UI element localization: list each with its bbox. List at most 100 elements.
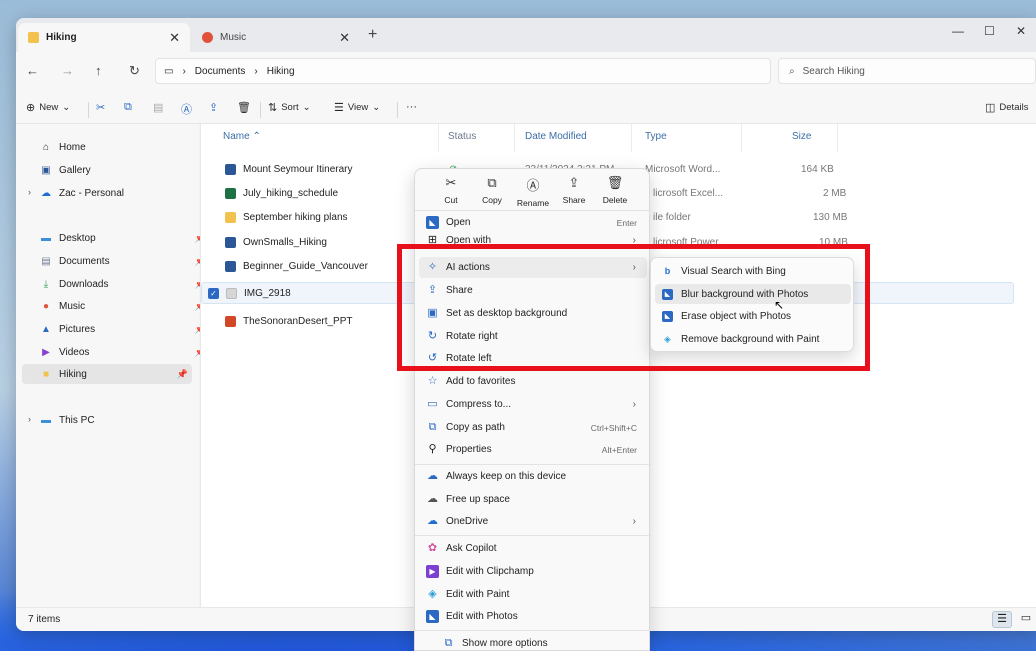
sidebar-item-downloads[interactable]: ⤓ Downloads 📌 [40, 274, 210, 294]
refresh-icon[interactable]: ↻ [129, 63, 140, 79]
sidebar-item-label: Music [59, 300, 86, 312]
menu-item-compress[interactable]: ▭ Compress to... › [419, 394, 647, 415]
column-divider [438, 124, 439, 152]
search-input[interactable]: ⌕ Search Hiking [778, 58, 1036, 84]
chevron-right-icon[interactable]: › [28, 414, 31, 424]
sidebar-item-gallery[interactable]: ▣ Gallery [40, 160, 210, 180]
archive-icon: ▭ [427, 398, 438, 410]
scissors-icon: ✂ [96, 102, 106, 114]
sidebar-item-home[interactable]: ⌂ Home [40, 137, 210, 157]
column-divider [631, 124, 632, 152]
file-size: 130 MB [813, 211, 848, 223]
action-label: Copy [482, 195, 502, 205]
photos-app-icon: ◣ [426, 216, 439, 229]
copy-icon: ⧉ [487, 175, 497, 190]
menu-label: Always keep on this device [446, 471, 567, 482]
sidebar-item-label: Gallery [59, 164, 91, 176]
forward-icon[interactable]: → [61, 63, 74, 78]
share-button[interactable]: ⇪ [209, 101, 218, 114]
tab-bar: Hiking ✕ Music ✕ + — ☐ ✕ [16, 18, 1036, 52]
sort-button[interactable]: ⇅ Sort ⌄ [268, 101, 311, 114]
details-view-icon[interactable]: ☰ [992, 611, 1012, 628]
view-button[interactable]: ☰ View ⌄ [334, 101, 380, 114]
share-icon: ⇪ [209, 102, 219, 114]
sidebar-item-onedrive[interactable]: ☁ Zac - Personal [40, 183, 210, 203]
rename-button[interactable]: Ⓐ [181, 101, 192, 117]
file-name: OwnSmalls_Hiking [243, 236, 327, 248]
sidebar-item-this-pc[interactable]: ▬ This PC [40, 410, 210, 430]
sort-icon: ⇅ [268, 102, 278, 114]
menu-item-edit-photos[interactable]: ◣ Edit with Photos [419, 606, 647, 627]
copy-action[interactable]: ⧉ Copy [472, 175, 512, 205]
sidebar-item-pictures[interactable]: ▲ Pictures 📌 [40, 319, 210, 339]
context-menu: ✂ Cut ⧉ Copy Ⓐ Rename ⇪ Share 🗑 Delete ◣… [414, 168, 651, 651]
sidebar-item-videos[interactable]: ▶ Videos 📌 [40, 342, 210, 362]
tab-label: Hiking [46, 32, 77, 43]
new-button[interactable]: ⊕ New ⌄ [26, 101, 70, 114]
paste-button[interactable]: ▤ [153, 101, 163, 114]
checkbox-checked-icon[interactable]: ✓ [208, 287, 219, 299]
column-header-date[interactable]: Date Modified [525, 131, 587, 142]
item-count: 7 items [28, 614, 61, 625]
cut-button[interactable]: ✂ [96, 101, 105, 114]
menu-label: Copy as path [446, 422, 505, 433]
menu-item-edit-clipchamp[interactable]: ▶ Edit with Clipchamp [419, 561, 647, 582]
sidebar-item-hiking[interactable]: ■ Hiking 📌 [22, 364, 192, 384]
desktop-icon: ▬ [41, 232, 51, 244]
menu-item-keep-on-device[interactable]: ☁ Always keep on this device [419, 466, 647, 487]
file-name: IMG_2918 [244, 287, 291, 299]
delete-button[interactable]: 🗑 [237, 101, 251, 114]
back-icon[interactable]: ← [26, 63, 39, 78]
sidebar-item-label: Home [59, 141, 86, 153]
plus-circle-icon: ⊕ [26, 102, 36, 114]
menu-divider [415, 535, 651, 536]
menu-item-show-more-options[interactable]: ⧉ Show more options [435, 633, 645, 651]
tiles-view-icon[interactable]: ▭ [1016, 611, 1036, 628]
navigation-pane: ⌂ Home ▣ Gallery › ☁ Zac - Personal ▬ De… [16, 124, 206, 607]
details-button[interactable]: ◫ Details [985, 101, 1028, 114]
menu-item-ask-copilot[interactable]: ✿ Ask Copilot [419, 538, 647, 559]
column-header-type[interactable]: Type [645, 131, 667, 142]
breadcrumb-documents[interactable]: Documents [195, 66, 246, 77]
tab-hiking[interactable]: Hiking ✕ [18, 23, 190, 52]
new-label: New [39, 102, 59, 113]
up-icon[interactable]: ↑ [95, 63, 102, 78]
maximize-button[interactable]: ☐ [984, 24, 995, 38]
chevron-right-icon: › [632, 399, 636, 410]
close-tab-icon[interactable]: ✕ [169, 30, 180, 46]
sidebar-item-documents[interactable]: ▤ Documents 📌 [40, 251, 210, 271]
column-header-size[interactable]: Size [792, 131, 811, 142]
monitor-icon: ▭ [164, 65, 174, 77]
new-tab-icon[interactable]: + [368, 26, 377, 44]
minimize-button[interactable]: — [952, 24, 964, 38]
close-tab-icon[interactable]: ✕ [339, 30, 350, 46]
more-options-button[interactable]: ··· [406, 101, 417, 113]
gallery-icon: ▣ [41, 164, 51, 176]
sidebar-item-music[interactable]: ● Music 📌 [40, 296, 210, 316]
menu-item-properties[interactable]: ⚲ Properties Alt+Enter [419, 439, 647, 460]
address-bar-row: ← → ↑ ↻ ▭ › Documents › Hiking ⌕ Search … [16, 52, 1036, 94]
column-divider [741, 124, 742, 152]
close-window-button[interactable]: ✕ [1016, 24, 1026, 38]
menu-item-free-up-space[interactable]: ☁ Free up space [419, 489, 647, 510]
share-action[interactable]: ⇪ Share [554, 175, 594, 205]
pictures-icon: ▲ [41, 323, 51, 335]
menu-item-add-favorites[interactable]: ☆ Add to favorites [419, 371, 647, 392]
address-field[interactable]: ▭ › Documents › Hiking [155, 58, 771, 84]
menu-item-open[interactable]: ◣ Open Enter [419, 212, 647, 233]
rename-action[interactable]: Ⓐ Rename [513, 175, 553, 208]
delete-action[interactable]: 🗑 Delete [595, 175, 635, 205]
cut-action[interactable]: ✂ Cut [431, 175, 471, 205]
menu-item-edit-paint[interactable]: ◈ Edit with Paint [419, 584, 647, 605]
menu-item-onedrive[interactable]: ☁ OneDrive › [419, 511, 647, 532]
menu-item-copy-path[interactable]: ⧉ Copy as path Ctrl+Shift+C [419, 417, 647, 438]
copy-button[interactable]: ⧉ [124, 101, 132, 114]
copy-icon: ⧉ [124, 101, 132, 113]
breadcrumb-hiking[interactable]: Hiking [267, 66, 295, 77]
sidebar-item-desktop[interactable]: ▬ Desktop 📌 [40, 228, 210, 248]
tab-music[interactable]: Music ✕ [192, 23, 360, 52]
column-header-name[interactable]: Name ⌃ [223, 131, 261, 142]
column-header-status[interactable]: Status [448, 131, 476, 142]
chevron-right-icon[interactable]: › [28, 187, 31, 197]
powerpoint-file-icon [225, 315, 236, 327]
